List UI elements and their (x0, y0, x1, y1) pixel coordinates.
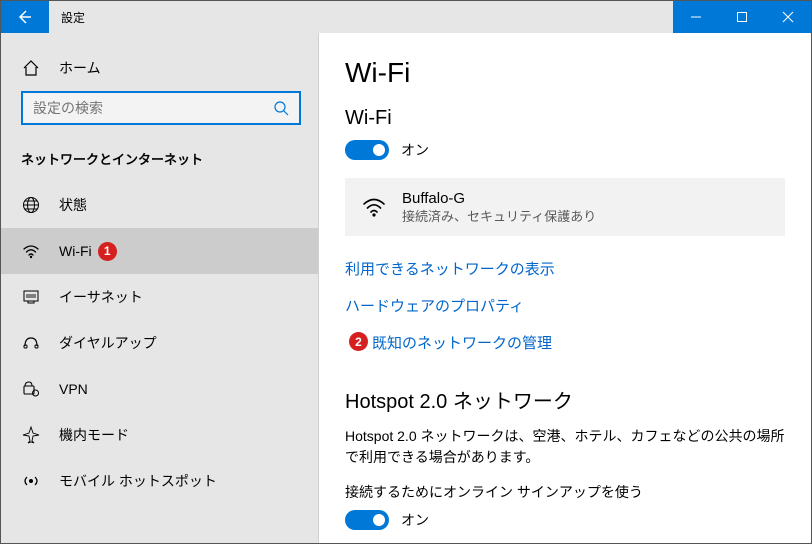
wifi-section-title: Wi-Fi (345, 107, 785, 130)
wifi-toggle-label: オン (401, 140, 429, 160)
globe-icon (21, 195, 41, 215)
hotspot-toggle-title: 接続するためにオンライン サインアップを使う (345, 482, 785, 502)
vpn-icon (21, 379, 41, 399)
close-button[interactable] (765, 1, 811, 33)
search-icon (273, 100, 289, 116)
sidebar-home[interactable]: ホーム (1, 45, 318, 91)
annotation-badge-2: 2 (349, 332, 368, 351)
link-show-networks[interactable]: 利用できるネットワークの表示 (345, 250, 785, 287)
sidebar-item-dialup[interactable]: ダイヤルアップ (1, 320, 318, 366)
maximize-icon (736, 11, 748, 23)
sidebar-item-status[interactable]: 状態 (1, 182, 318, 228)
annotation-badge-1: 1 (98, 242, 117, 261)
network-name: Buffalo-G (402, 189, 596, 209)
wifi-toggle[interactable] (345, 140, 389, 160)
sidebar-category: ネットワークとインターネット (1, 137, 318, 182)
sidebar-item-label: Wi-Fi (59, 243, 92, 259)
sidebar: ホーム ネットワークとインターネット 状態 Wi-Fi 1 (1, 33, 319, 543)
window-title: 設定 (49, 9, 85, 26)
sidebar-home-label: ホーム (59, 58, 101, 78)
maximize-button[interactable] (719, 1, 765, 33)
home-icon (21, 58, 41, 78)
hotspot-toggle-label: オン (401, 510, 429, 530)
minimize-icon (690, 11, 702, 23)
content-area: Wi-Fi Wi-Fi オン Buffalo-G 接続済み、セキュリティ保護あり… (319, 33, 811, 543)
sidebar-item-airplane[interactable]: 機内モード (1, 412, 318, 458)
sidebar-item-label: モバイル ホットスポット (59, 471, 217, 491)
airplane-icon (21, 425, 41, 445)
wifi-signal-icon (360, 194, 388, 220)
hotspot-description: Hotspot 2.0 ネットワークは、空港、ホテル、カフェなどの公共の場所で利… (345, 426, 785, 468)
sidebar-item-label: VPN (59, 381, 88, 397)
wifi-icon (21, 241, 41, 261)
back-button[interactable] (1, 1, 49, 33)
arrow-left-icon (17, 9, 33, 25)
sidebar-item-label: 状態 (59, 195, 87, 215)
hotspot-section-title: Hotspot 2.0 ネットワーク (345, 385, 785, 414)
sidebar-item-label: イーサネット (59, 287, 143, 307)
close-icon (782, 11, 794, 23)
sidebar-item-vpn[interactable]: VPN (1, 366, 318, 412)
sidebar-item-wifi[interactable]: Wi-Fi 1 (1, 228, 318, 274)
dialup-icon (21, 333, 41, 353)
page-title: Wi-Fi (345, 57, 785, 89)
link-known-networks[interactable]: 既知のネットワークの管理 (370, 324, 552, 361)
link-hardware-properties[interactable]: ハードウェアのプロパティ (345, 287, 785, 324)
window-controls (673, 1, 811, 33)
hotspot-icon (21, 471, 41, 491)
sidebar-item-hotspot[interactable]: モバイル ホットスポット (1, 458, 318, 504)
sidebar-item-ethernet[interactable]: イーサネット (1, 274, 318, 320)
ethernet-icon (21, 287, 41, 307)
titlebar: 設定 (1, 1, 811, 33)
search-input-wrap[interactable] (21, 91, 301, 125)
sidebar-item-label: ダイヤルアップ (59, 333, 157, 353)
network-status: 接続済み、セキュリティ保護あり (402, 209, 596, 226)
minimize-button[interactable] (673, 1, 719, 33)
search-input[interactable] (33, 100, 273, 116)
hotspot-toggle[interactable] (345, 510, 389, 530)
sidebar-item-label: 機内モード (59, 425, 129, 445)
connected-network-card[interactable]: Buffalo-G 接続済み、セキュリティ保護あり (345, 178, 785, 236)
